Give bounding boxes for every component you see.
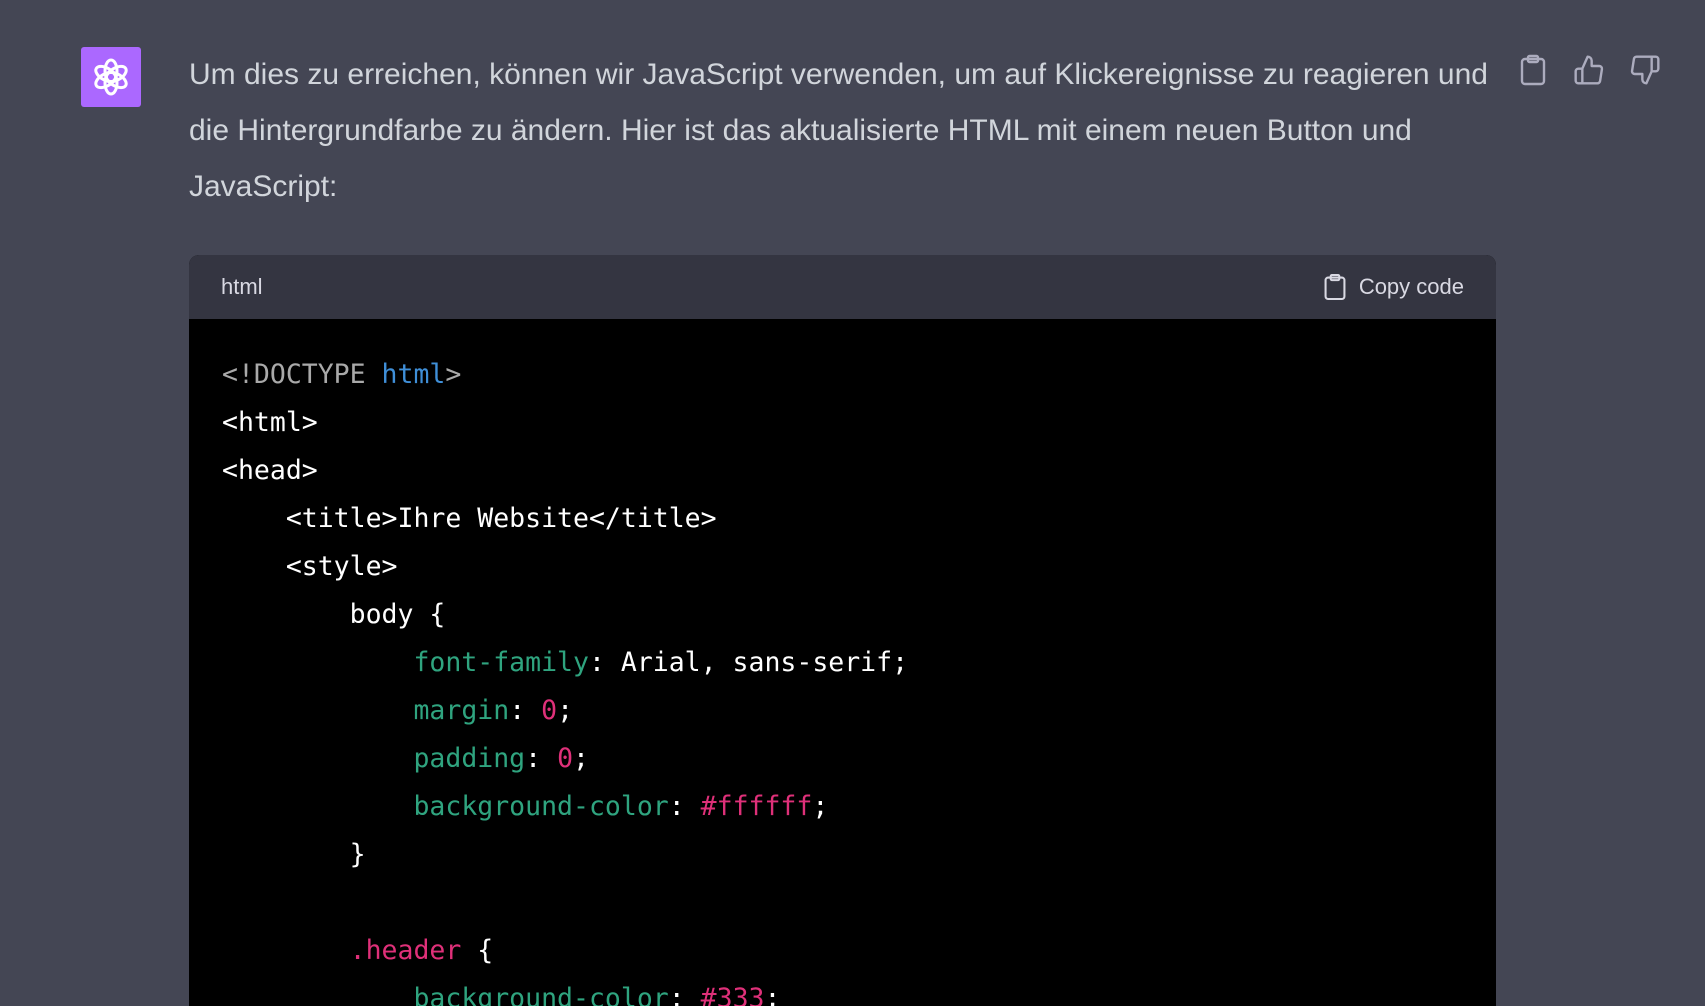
code-line: }: [222, 831, 1463, 879]
code-token: .header: [349, 935, 462, 966]
code-token: :: [525, 743, 558, 774]
code-token: background-color: [413, 983, 669, 1006]
code-token: #ffffff: [700, 791, 813, 822]
code-line: <style>: [222, 543, 1463, 591]
code-token: #333: [700, 983, 765, 1006]
copy-code-label: Copy code: [1358, 274, 1464, 299]
code-line: body {: [222, 591, 1463, 639]
code-token: <!DOCTYPE: [222, 359, 382, 390]
code-token: <head>: [222, 455, 318, 486]
message-actions: [1515, 52, 1663, 88]
code-line: margin: 0;: [222, 687, 1463, 735]
code-token: margin: [413, 695, 510, 726]
code-line: .header {: [222, 927, 1463, 975]
code-token: body {: [222, 599, 446, 630]
code-block-header: html Copy code: [189, 255, 1496, 319]
code-token: background-color: [413, 791, 669, 822]
code-content[interactable]: <!DOCTYPE html> <html> <head> <title>Ihre …: [189, 319, 1496, 1006]
code-token: html: [381, 359, 446, 390]
code-token: ;: [573, 743, 589, 774]
thumbs-up-button[interactable]: [1571, 52, 1607, 88]
clipboard-icon: [1324, 273, 1346, 301]
code-token: 0: [541, 695, 558, 726]
code-line: <head>: [222, 447, 1463, 495]
code-block: html Copy code <!DOCTYPE html> <html> <hea…: [189, 255, 1496, 1006]
code-line: padding: 0;: [222, 735, 1463, 783]
code-token: {: [461, 935, 494, 966]
code-token: ;: [764, 983, 781, 1006]
assistant-avatar: [81, 47, 141, 107]
code-token: : Arial, sans-serif;: [588, 647, 909, 678]
code-line: background-color: #333;: [222, 975, 1463, 1006]
code-token: :: [668, 983, 701, 1006]
clipboard-icon: [1520, 54, 1546, 86]
code-token: font-family: [413, 647, 589, 678]
thumbs-down-button[interactable]: [1627, 52, 1663, 88]
code-line: <html>: [222, 399, 1463, 447]
thumbs-down-icon: [1630, 55, 1660, 85]
openai-logo-icon: [94, 58, 128, 96]
code-token: :: [509, 695, 542, 726]
code-token: padding: [413, 743, 526, 774]
code-token: >: [445, 359, 462, 390]
code-language-label: html: [221, 274, 263, 299]
code-token: ;: [557, 695, 574, 726]
code-line: font-family: Arial, sans-serif;: [222, 639, 1463, 687]
assistant-message-text: Um dies zu erreichen, können wir JavaScr…: [189, 58, 1488, 203]
code-token: <title>Ihre Website</title>: [222, 503, 717, 534]
copy-message-button[interactable]: [1515, 52, 1551, 88]
code-token: ;: [812, 791, 829, 822]
code-token: <style>: [222, 551, 398, 582]
code-token: :: [668, 791, 701, 822]
code-token: <html>: [222, 407, 318, 438]
code-line: background-color: #ffffff;: [222, 783, 1463, 831]
code-line: <title>Ihre Website</title>: [222, 495, 1463, 543]
code-line: <!DOCTYPE html>: [222, 351, 1463, 399]
thumbs-up-icon: [1574, 55, 1604, 85]
code-token: 0: [557, 743, 574, 774]
copy-code-button[interactable]: Copy code: [1323, 272, 1464, 302]
code-token: }: [222, 839, 366, 870]
